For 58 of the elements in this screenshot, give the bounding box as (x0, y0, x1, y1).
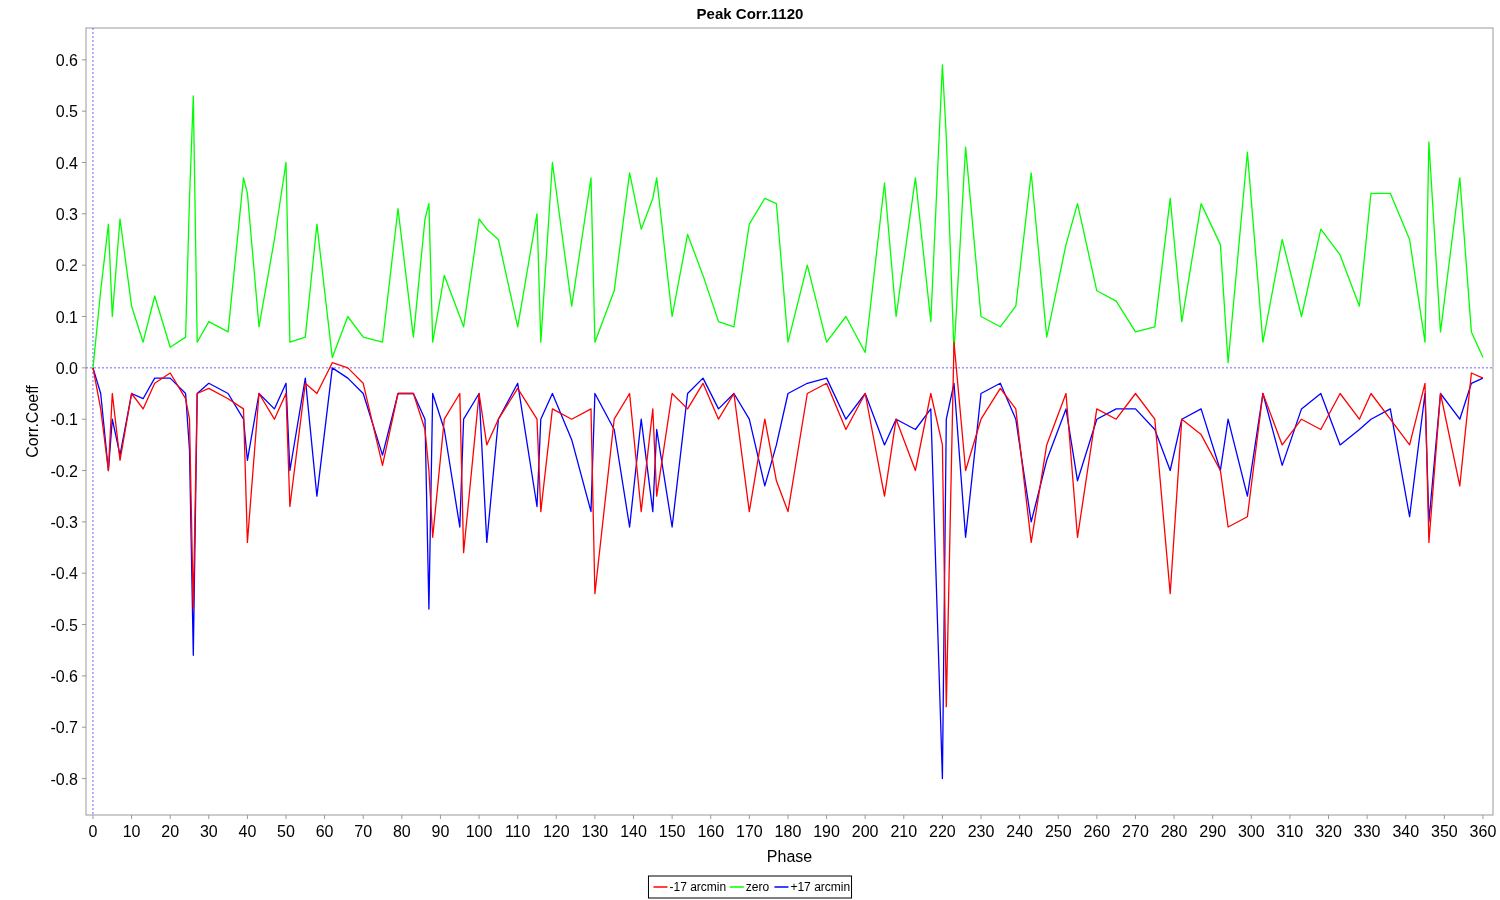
tick-label: 140 (620, 823, 647, 840)
legend-label: zero (745, 880, 770, 894)
tick-label: 200 (851, 823, 879, 840)
tick-label: -0.7 (50, 719, 78, 737)
tick-label: 120 (542, 823, 570, 840)
tick-label: -0.5 (50, 616, 78, 634)
tick-label: 130 (581, 823, 609, 840)
tick-label: 340 (1392, 823, 1420, 840)
tick-label: 0.3 (55, 205, 78, 223)
tick-label: 220 (929, 823, 956, 840)
tick-label: 160 (697, 823, 725, 840)
tick-label: 30 (199, 823, 218, 840)
tick-label: 210 (890, 823, 918, 840)
tick-label: 300 (1237, 823, 1265, 840)
tick-label: -0.4 (50, 565, 78, 583)
tick-label: 0.0 (55, 359, 78, 377)
axis-label: Corr.Coeff (24, 385, 41, 458)
legend-label: +17 arcmin (790, 880, 851, 894)
tick-label: 190 (813, 823, 840, 840)
tick-label: 70 (354, 823, 373, 840)
tick-label: 40 (238, 823, 257, 840)
tick-label: 350 (1431, 823, 1458, 840)
tick-label: 260 (1083, 823, 1111, 840)
tick-label: 250 (1044, 823, 1072, 840)
tick-label: 50 (277, 823, 295, 840)
tick-label: 0.1 (55, 308, 78, 326)
tick-label: -0.6 (50, 667, 78, 685)
tick-label: 230 (967, 823, 995, 840)
tick-label: 0.5 (55, 103, 78, 121)
tick-label: 240 (1006, 823, 1033, 840)
tick-label: 20 (161, 823, 180, 840)
tick-label: 90 (431, 823, 450, 840)
tick-label: -0.8 (50, 770, 78, 788)
tick-label: -0.1 (50, 411, 78, 429)
tick-label: 0.6 (55, 51, 78, 69)
tick-label: 110 (504, 823, 531, 840)
tick-label: -0.3 (50, 513, 78, 531)
tick-label: 180 (774, 823, 802, 840)
legend-label: -17 arcmin (669, 880, 727, 894)
tick-label: 330 (1353, 823, 1381, 840)
tick-label: 270 (1122, 823, 1149, 840)
chart-title: Peak Corr.1120 (696, 5, 804, 22)
tick-label: 0 (88, 823, 98, 840)
tick-label: 360 (1469, 823, 1497, 840)
tick-label: 0.2 (55, 257, 78, 275)
tick-label: 60 (315, 823, 334, 840)
tick-label: -0.2 (50, 462, 78, 480)
tick-label: 10 (122, 823, 141, 840)
tick-label: 80 (392, 823, 411, 840)
tick-label: 170 (736, 823, 763, 840)
tick-label: 320 (1315, 823, 1342, 840)
tick-label: 150 (658, 823, 686, 840)
tick-label: 280 (1160, 823, 1188, 840)
tick-label: 100 (465, 823, 493, 840)
tick-label: 310 (1276, 823, 1304, 840)
axis-label: Phase (766, 848, 813, 865)
tick-label: 0.4 (55, 154, 78, 172)
tick-label: 290 (1199, 823, 1227, 840)
